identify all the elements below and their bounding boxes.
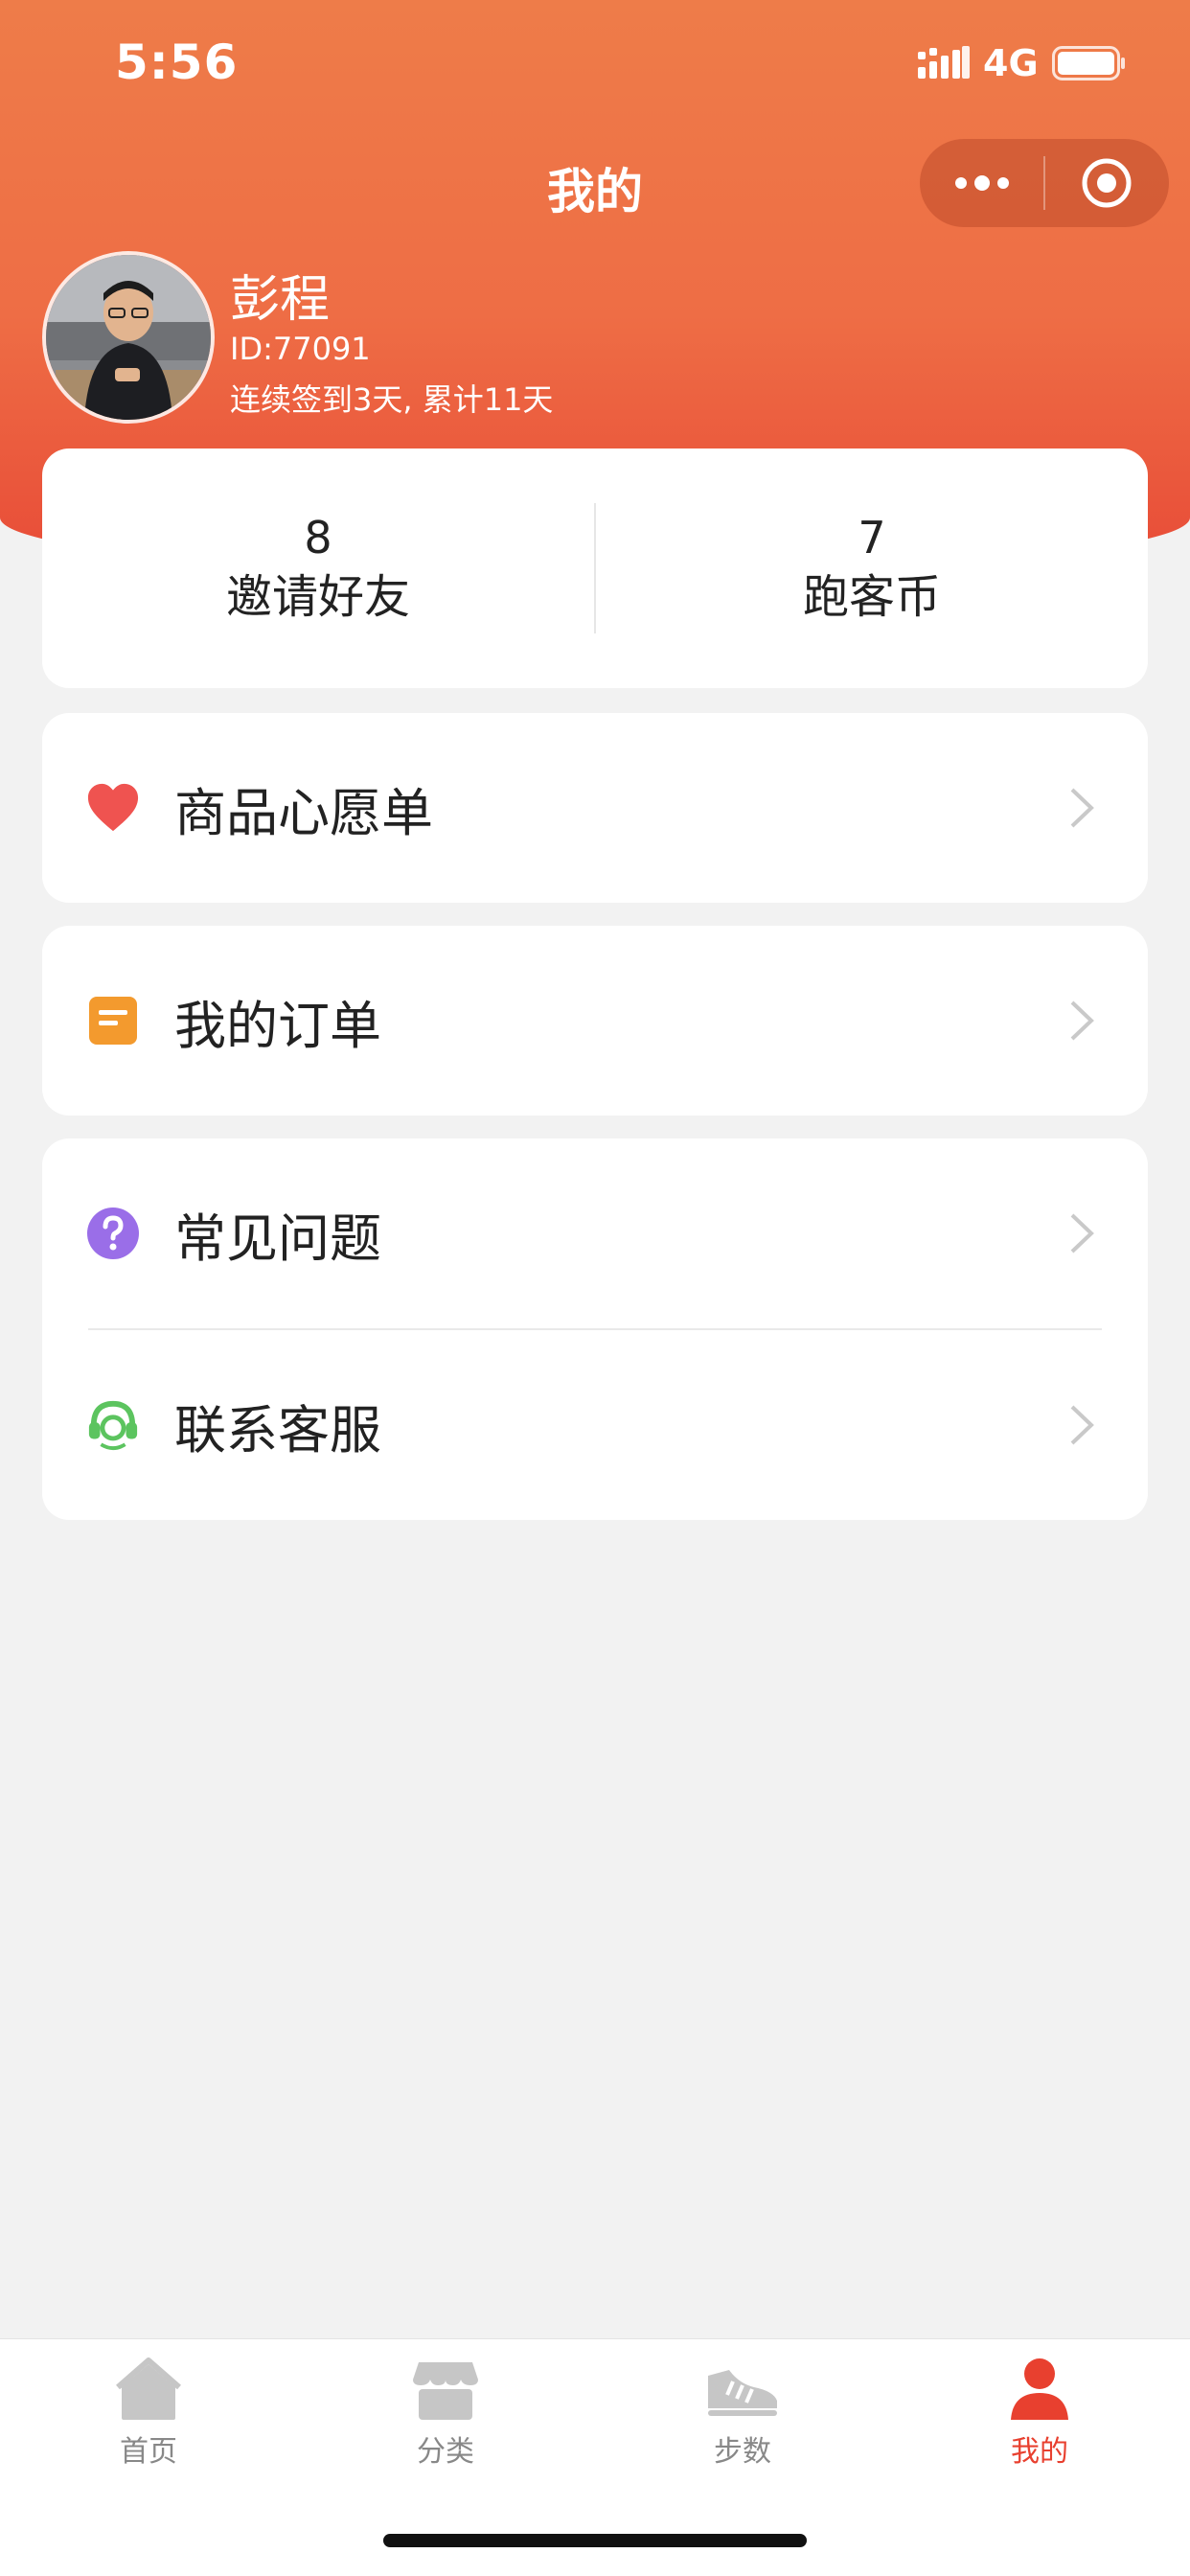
close-miniprogram-button[interactable] [1045, 139, 1169, 227]
tab-profile[interactable]: 我的 [891, 2355, 1188, 2470]
profile-icon [1011, 2358, 1068, 2420]
tab-home[interactable]: 首页 [0, 2355, 297, 2470]
heart-icon [86, 781, 140, 835]
menu-item-support-label: 联系客服 [174, 1399, 381, 1460]
help-card: 常见问题 联系客服 [42, 1138, 1148, 1520]
avatar-photo [46, 255, 211, 420]
target-icon [1082, 158, 1132, 208]
tab-profile-label: 我的 [1011, 2435, 1068, 2469]
status-bar: 5:56 4G [0, 0, 1190, 129]
coins-count: 7 [858, 512, 886, 564]
avatar[interactable] [42, 251, 215, 424]
tab-category[interactable]: 分类 [297, 2355, 594, 2470]
signal-icon [918, 46, 970, 79]
shoe-icon [708, 2370, 777, 2416]
coins-label: 跑客币 [802, 570, 941, 624]
battery-icon [1052, 46, 1125, 80]
chevron-right-icon [1070, 1405, 1094, 1445]
more-button[interactable] [920, 139, 1043, 227]
stats-card: 8 邀请好友 7 跑客币 [42, 448, 1148, 688]
coins-stat[interactable]: 7 跑客币 [596, 509, 1148, 628]
invite-friends-count: 8 [304, 512, 332, 564]
chevron-right-icon [1070, 1213, 1094, 1254]
question-icon [86, 1207, 140, 1260]
headset-icon [86, 1398, 140, 1452]
tab-steps[interactable]: 步数 [594, 2355, 891, 2470]
menu-item-orders[interactable]: 我的订单 [42, 926, 1148, 1116]
orders-card: 我的订单 [42, 926, 1148, 1116]
chevron-right-icon [1070, 788, 1094, 828]
chevron-right-icon [1070, 1000, 1094, 1041]
checkin-summary: 连续签到3天, 累计11天 [230, 381, 554, 418]
wishlist-card: 商品心愿单 [42, 713, 1148, 903]
network-type: 4G [983, 42, 1039, 84]
status-time: 5:56 [115, 34, 239, 90]
more-dots-icon [954, 175, 1009, 191]
order-icon [86, 994, 140, 1047]
profile-page: 5:56 4G 我的 彭程 ID:77091 连续签到3天, 累计11天 8 邀… [0, 0, 1190, 2576]
invite-friends-stat[interactable]: 8 邀请好友 [42, 509, 594, 628]
menu-item-wishlist[interactable]: 商品心愿单 [42, 713, 1148, 903]
home-icon [116, 2358, 181, 2420]
user-name: 彭程 [230, 271, 331, 329]
invite-friends-label: 邀请好友 [225, 570, 410, 624]
tab-steps-label: 步数 [714, 2435, 771, 2469]
menu-item-support[interactable]: 联系客服 [42, 1330, 1148, 1520]
miniprogram-capsule [920, 139, 1169, 227]
menu-item-faq-label: 常见问题 [174, 1208, 381, 1269]
tab-category-label: 分类 [417, 2435, 474, 2469]
menu-item-wishlist-label: 商品心愿单 [174, 782, 433, 843]
category-icon [413, 2362, 478, 2420]
menu-item-orders-label: 我的订单 [174, 995, 381, 1056]
menu-item-faq[interactable]: 常见问题 [42, 1138, 1148, 1328]
home-indicator [383, 2534, 807, 2547]
user-id: ID:77091 [230, 331, 371, 367]
tab-home-label: 首页 [120, 2435, 177, 2469]
